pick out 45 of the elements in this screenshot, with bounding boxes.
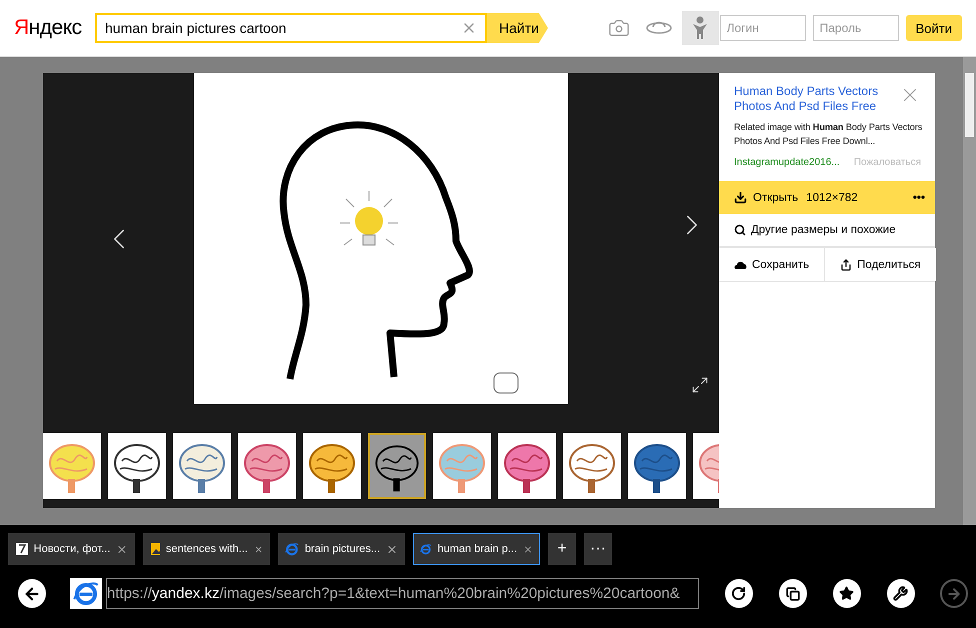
fullscreen-icon[interactable] bbox=[691, 376, 709, 394]
cloud-icon bbox=[734, 260, 747, 270]
new-tab-button[interactable]: + bbox=[548, 533, 576, 565]
star-icon bbox=[839, 586, 854, 601]
login-field[interactable]: Логин bbox=[720, 15, 806, 41]
login-button[interactable]: Войти bbox=[906, 15, 962, 41]
share-icon bbox=[840, 258, 852, 270]
search-button[interactable]: Найти bbox=[487, 13, 548, 43]
tools-button[interactable] bbox=[886, 579, 915, 608]
address-field[interactable]: https://yandex.kz/images/search?p=1&text=human%20brain%20pictures%20cartoon& bbox=[106, 578, 699, 609]
result-title-link[interactable]: Human Body Parts Vectors Photos And Psd Files Free bbox=[734, 84, 893, 114]
source-link[interactable]: Instagramupdate2016... bbox=[734, 157, 840, 168]
scrollbar[interactable] bbox=[963, 57, 976, 525]
browser-logo-icon bbox=[420, 542, 432, 556]
person-icon bbox=[692, 16, 708, 40]
more-button[interactable]: ••• bbox=[912, 192, 925, 204]
refresh-button[interactable] bbox=[724, 579, 753, 608]
download-icon bbox=[734, 191, 747, 204]
avatar-button[interactable] bbox=[682, 11, 719, 45]
forward-arrow-icon bbox=[946, 586, 962, 602]
search-icon bbox=[734, 224, 746, 236]
browser-tab[interactable]: sentences with... bbox=[143, 533, 270, 565]
wrench-icon bbox=[893, 586, 908, 601]
image-icon bbox=[150, 542, 160, 556]
image-size: 1012×782 bbox=[806, 192, 858, 204]
browser-logo-icon bbox=[72, 580, 99, 606]
browser-tab[interactable]: Новости, фот... bbox=[8, 533, 135, 565]
search-field[interactable]: human brain pictures cartoon bbox=[95, 13, 487, 43]
camera-icon[interactable] bbox=[608, 17, 630, 39]
back-button[interactable] bbox=[18, 579, 46, 608]
open-label: Открыть bbox=[753, 192, 798, 204]
favorites-button[interactable] bbox=[832, 579, 861, 608]
pages-icon bbox=[786, 586, 800, 600]
tabs-button[interactable] bbox=[778, 579, 807, 608]
page-icon bbox=[15, 542, 28, 556]
open-button[interactable]: Открыть 1012×782 ••• bbox=[719, 181, 935, 214]
refresh-icon bbox=[731, 586, 746, 601]
browser-tab[interactable]: human brain p... bbox=[413, 533, 540, 565]
browser-tab[interactable]: brain pictures... bbox=[278, 533, 405, 565]
result-description: Related image with Human Body Parts Vectors Photos And Psd Files Free Downl... bbox=[733, 121, 924, 148]
password-field[interactable]: Пароль bbox=[812, 15, 899, 41]
tab-menu-button[interactable]: ··· bbox=[584, 533, 612, 565]
browser-logo-icon bbox=[285, 542, 299, 556]
yandex-logo[interactable]: Яндекс bbox=[14, 16, 95, 40]
thumbnail[interactable] bbox=[368, 433, 426, 499]
